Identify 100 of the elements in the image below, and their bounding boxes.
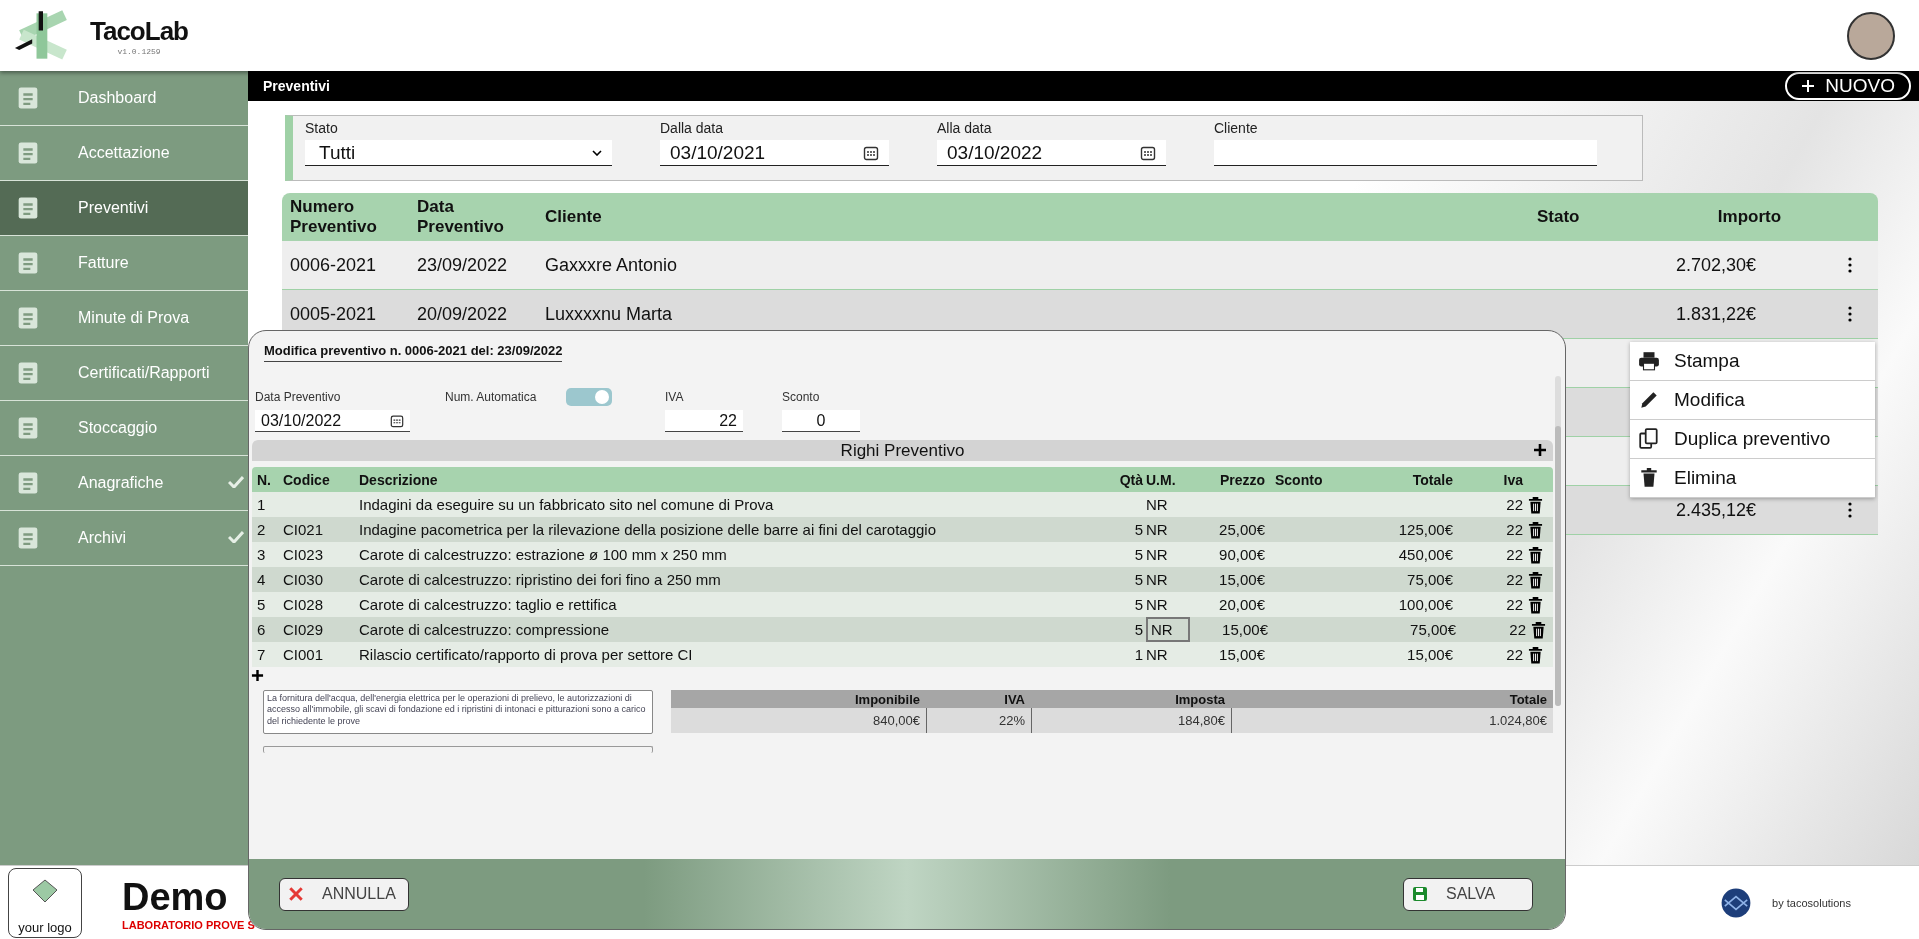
table-row[interactable]: 5 CI028 Carote di calcestruzzo: taglio e rettifica 5 NR 20,00€ 100,00€ 22 [252,592,1553,617]
table-cell: 5 [1134,546,1143,563]
field-label: Cliente [1214,120,1259,136]
column-header: Iva [1502,471,1523,488]
column-header: Cliente [544,207,603,227]
trash-icon[interactable] [1528,596,1543,614]
more-icon[interactable] [1848,502,1852,518]
copy-icon [1638,428,1660,450]
table-cell-text: 7 [256,646,267,663]
table-cell-text: Carote di calcestruzzo: taglio e rettifica [358,596,618,613]
table-row[interactable]: 3 CI023 Carote di calcestruzzo: estrazione ø 100 mm x 250 mm 5 NR 90,00€ 450,00€ 22 [252,542,1553,567]
discount-field[interactable]: 0 [782,410,860,432]
add-icon[interactable] [1533,443,1547,457]
company-logo: your logo [8,868,82,938]
app-name: TacoLab [90,15,188,47]
add-icon[interactable] [251,669,264,682]
table-cell-text: NR [1145,495,1169,515]
field-label: Sconto [782,390,821,404]
menu-item[interactable]: Stampa [1630,342,1875,381]
date-field[interactable]: 03/10/2022 [937,140,1166,166]
table-cell-text: NR [1145,520,1169,540]
trash-icon[interactable] [1528,571,1543,589]
column-header: Qtà [1118,471,1143,488]
column-header: Descrizione [358,471,439,488]
table-cell-text: Carote di calcestruzzo: compressione [358,621,611,638]
new-button[interactable]: NUOVO [1785,72,1911,100]
avatar[interactable] [1847,11,1895,60]
trash-icon[interactable] [1528,496,1543,514]
table-cell-text: NR [1145,570,1169,590]
table-cell-text: Rilascio certificato/rapporto di prova per settore CI [358,646,694,663]
table-cell: 15,00€ [1222,621,1268,638]
notes-field[interactable]: La fornitura dell'acqua, dell'energia elettrica per le operazioni di prelievo, le autorizzazioni di accesso all'immobile, gli scavi di fondazione ed i ripristini di intonaci e pitturazioni sono a carico del richiedente le prove [263,690,653,734]
table-cell: 1 [1134,646,1143,663]
client-field[interactable] [1214,140,1597,166]
table-cell-text: 23/09/2022 [416,254,509,276]
column-header: Imposta [1174,690,1226,708]
table-row[interactable]: 4 CI030 Carote di calcestruzzo: ripristino dei fori fino a 250 mm 5 NR 15,00€ 75,00€ 22 [252,567,1553,592]
date-field[interactable]: 03/10/2021 [660,140,889,166]
table-cell-text: 5 [256,596,267,613]
table-cell-text: Indagine pacometrica per la rilevazione della posizione delle barre ai fini del carotaggio [358,521,938,538]
table-cell: 15,00€ [1407,646,1453,663]
table-cell: 22% [926,708,1031,733]
table-cell: 1.831,22€ [1675,303,1756,325]
trash-icon[interactable] [1528,521,1543,539]
table-row[interactable]: 1 Indagini da eseguire su un fabbricato sito nel comune di Prova NR 22 [252,492,1553,517]
calendar-icon[interactable] [1140,144,1156,161]
column-header: N. [256,471,272,488]
toggle-switch[interactable] [566,388,613,406]
table-cell-text: 22 [1505,596,1523,613]
menu-item[interactable]: Modifica [1630,381,1875,420]
table-cell: 15,00€ [1219,571,1265,588]
table-cell-text: NR [1145,545,1169,565]
column-header: Data Preventivo [416,197,505,237]
table-cell-text: 22 [1505,571,1523,588]
calendar-icon[interactable] [390,413,404,428]
save-button[interactable]: SALVA [1403,877,1533,911]
table-row[interactable]: 6 CI029 Carote di calcestruzzo: compressione 5 NR 15,00€ 75,00€ 22 [252,617,1553,642]
trash-icon[interactable] [1528,646,1543,664]
table-cell-text: 2 [256,521,267,538]
table-cell: 100,00€ [1398,596,1453,613]
table-cell: CI028 [283,596,324,613]
trash-icon[interactable] [1528,546,1543,564]
more-icon[interactable] [1848,306,1852,322]
add-icon [1801,79,1816,93]
menu-item[interactable]: Elimina [1630,459,1875,498]
table-cell-text: Carote di calcestruzzo: ripristino dei fori fino a 250 mm [358,571,722,588]
credit-text: by tacosolutions [1772,897,1851,909]
trash-icon [1638,467,1660,489]
table-cell-text: 22 [1505,546,1523,563]
close-icon [288,886,304,902]
column-header: Sconto [1274,471,1324,488]
calendar-icon[interactable] [863,144,879,161]
date-field[interactable]: 03/10/2022 [255,410,410,432]
section-title: Righi Preventivo [840,440,965,461]
vat-field[interactable]: 22 [665,410,743,432]
status-select[interactable]: Tutti [305,140,612,166]
cancel-button[interactable]: ANNULLA [279,877,409,911]
page-title: Preventivi [263,78,330,94]
table-cell: 20,00€ [1219,596,1265,613]
field-label: IVA [665,390,685,404]
more-icon[interactable] [1848,257,1852,273]
column-header: Totale [1411,471,1453,488]
scrollbar[interactable] [1555,376,1561,706]
sidebar-item[interactable]: Preventivi [0,181,248,236]
version-label: v1.0.1259 [117,46,161,56]
menu-item[interactable]: Duplica preventivo [1630,420,1875,459]
table-cell: 90,00€ [1219,546,1265,563]
table-cell-text: Carote di calcestruzzo: estrazione ø 100 mm x 250 mm [358,546,728,563]
table-cell-text: NR [1145,595,1169,615]
table-cell: 5 [1134,521,1143,538]
text-field[interactable] [263,746,653,753]
table-row[interactable]: 0006-2021 23/09/2022 Gaxxxre Antonio 2.702,30€ [282,241,1878,290]
table-cell-text: 3 [256,546,267,563]
table-row[interactable]: 2 CI021 Indagine pacometrica per la rilevazione della posizione delle barre ai fini del carotaggio 5 NR 25,00€ 125,00€ 22 [252,517,1553,542]
trash-icon[interactable] [1531,621,1546,639]
column-header: Numero Preventivo [289,197,378,237]
table-row[interactable]: 7 CI001 Rilascio certificato/rapporto di prova per settore CI 1 NR 15,00€ 15,00€ 22 [252,642,1553,667]
field-label: Num. Automatica [445,390,537,404]
table-cell-text: 4 [256,571,267,588]
column-header: Imponibile [854,690,921,708]
